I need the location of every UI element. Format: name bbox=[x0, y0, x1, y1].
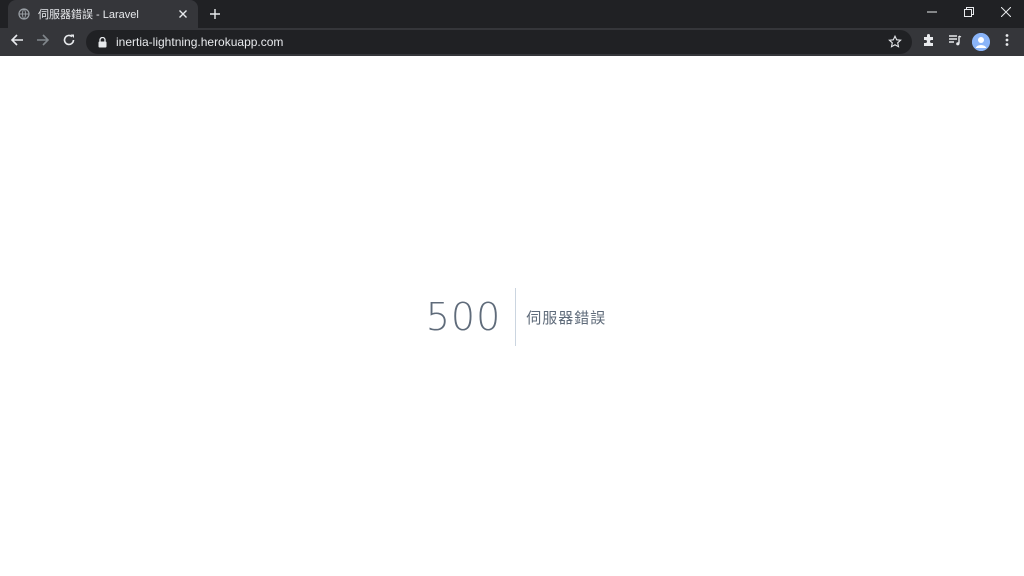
arrow-right-icon bbox=[36, 33, 50, 52]
active-tab[interactable]: 伺服器錯誤 - Laravel bbox=[8, 0, 198, 28]
browser-window: 伺服器錯誤 - Laravel inertia-lightning.heroku… bbox=[0, 0, 1024, 576]
browser-menu-button[interactable] bbox=[997, 32, 1017, 52]
error-code: 500 bbox=[425, 295, 502, 339]
reload-icon bbox=[62, 33, 76, 52]
restore-button[interactable] bbox=[951, 0, 987, 24]
page-content: 500 伺服器錯誤 bbox=[0, 56, 1024, 576]
forward-button[interactable] bbox=[33, 32, 53, 52]
lock-icon[interactable] bbox=[96, 35, 108, 49]
star-icon[interactable] bbox=[886, 33, 904, 51]
media-control-button[interactable] bbox=[945, 32, 965, 52]
close-tab-icon[interactable] bbox=[176, 7, 190, 21]
close-window-button[interactable] bbox=[988, 0, 1024, 24]
back-button[interactable] bbox=[7, 32, 27, 52]
address-bar[interactable]: inertia-lightning.herokuapp.com bbox=[86, 30, 912, 54]
new-tab-button[interactable] bbox=[206, 5, 224, 23]
tab-strip: 伺服器錯誤 - Laravel bbox=[0, 0, 1024, 28]
minimize-button[interactable] bbox=[914, 0, 950, 24]
reload-button[interactable] bbox=[59, 32, 79, 52]
kebab-menu-icon bbox=[1005, 33, 1009, 52]
globe-icon bbox=[18, 8, 30, 20]
tab-title: 伺服器錯誤 - Laravel bbox=[38, 9, 139, 21]
arrow-left-icon bbox=[10, 33, 24, 52]
error-panel: 500 伺服器錯誤 bbox=[0, 288, 1024, 346]
browser-toolbar: inertia-lightning.herokuapp.com bbox=[0, 28, 1024, 56]
url-text[interactable]: inertia-lightning.herokuapp.com bbox=[116, 35, 886, 49]
profile-avatar-icon[interactable] bbox=[972, 33, 990, 51]
error-message: 伺服器錯誤 bbox=[526, 309, 607, 327]
puzzle-icon bbox=[922, 33, 936, 52]
extensions-button[interactable] bbox=[919, 32, 939, 52]
media-queue-icon bbox=[948, 33, 962, 52]
